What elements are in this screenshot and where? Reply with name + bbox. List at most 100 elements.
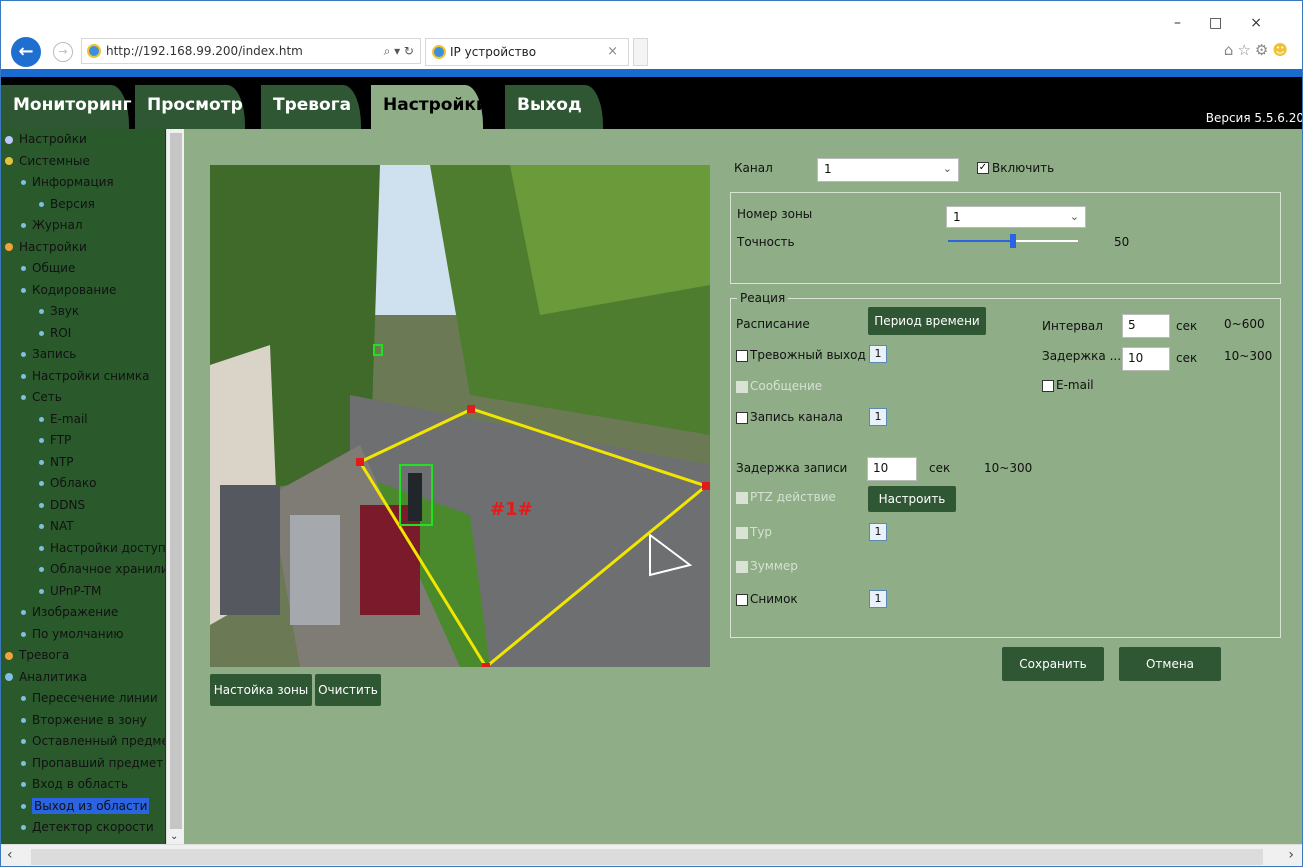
sidebar-item[interactable]: FTP — [1, 430, 165, 452]
sidebar-item[interactable]: Облачное хранилище — [1, 559, 165, 581]
sidebar-item[interactable]: Тревога — [1, 645, 165, 667]
channel-record-button[interactable]: 1 — [869, 408, 887, 426]
slider-thumb[interactable] — [1010, 234, 1016, 248]
tab-alarm[interactable]: Тревога — [261, 85, 361, 129]
chevron-right-icon[interactable]: › — [1288, 847, 1294, 863]
sidebar-item[interactable]: Запись — [1, 344, 165, 366]
interval-input[interactable]: 5 — [1122, 314, 1170, 338]
delay-input[interactable]: 10 — [1122, 347, 1170, 371]
tab-exit[interactable]: Выход — [505, 85, 603, 129]
sidebar-item[interactable]: UPnP-TM — [1, 581, 165, 603]
zone-setup-button[interactable]: Настойка зоны — [210, 674, 312, 706]
channel-record-checkbox[interactable] — [736, 412, 748, 424]
record-delay-input[interactable]: 10 — [867, 457, 917, 481]
scrollbar-track[interactable] — [31, 849, 1263, 865]
sidebar-item[interactable]: Изображение — [1, 602, 165, 624]
sidebar-item[interactable]: Выход из области — [1, 796, 165, 818]
sidebar-item[interactable]: Версия — [1, 194, 165, 216]
snapshot-button[interactable]: 1 — [869, 590, 887, 608]
sidebar-item[interactable]: Настройки снимка — [1, 366, 165, 388]
browser-toolbar-icons[interactable]: ⌂☆⚙☻ — [1224, 41, 1292, 59]
new-tab-button[interactable] — [633, 38, 648, 66]
channel-select[interactable]: 1 ⌄ — [817, 158, 959, 182]
accuracy-slider[interactable] — [948, 234, 1078, 248]
address-bar[interactable]: http://192.168.99.200/index.htm ⌕ ▾ ↻ — [81, 38, 421, 64]
home-icon[interactable]: ⌂ — [1224, 41, 1238, 59]
bullet-icon — [39, 309, 44, 314]
interval-range: 0~600 — [1224, 317, 1265, 331]
snapshot-checkbox[interactable] — [736, 594, 748, 606]
sidebar-item[interactable]: ROI — [1, 323, 165, 345]
sidebar-item[interactable]: Звук — [1, 301, 165, 323]
chevron-down-icon[interactable]: ⌄ — [170, 831, 178, 842]
clear-button[interactable]: Очистить — [315, 674, 381, 706]
zone-handle[interactable] — [356, 458, 364, 466]
sidebar-item-label: NTP — [50, 454, 74, 469]
bullet-icon — [21, 373, 26, 379]
analytics-icon — [5, 673, 13, 681]
sidebar-item[interactable]: Журнал — [1, 215, 165, 237]
enable-checkbox[interactable]: ✓ — [977, 162, 989, 174]
star-icon[interactable]: ☆ — [1237, 41, 1254, 59]
window-controls[interactable]: –□× — [1174, 15, 1290, 31]
sidebar-item[interactable]: DDNS — [1, 495, 165, 517]
sidebar-item[interactable]: Общие — [1, 258, 165, 280]
sidebar-item[interactable]: Информация — [1, 172, 165, 194]
camera-preview[interactable]: #1# — [210, 165, 710, 667]
sidebar-item-label: Настройки доступа — [50, 540, 165, 555]
sidebar-item[interactable]: Детектор скорости — [1, 817, 165, 839]
tab-settings[interactable]: Настройки — [371, 85, 488, 129]
sidebar-item[interactable]: Настройки — [1, 237, 165, 259]
chevron-left-icon[interactable]: ‹ — [7, 847, 13, 863]
bullet-icon — [21, 631, 26, 637]
sidebar-item[interactable]: Оставленный предмет — [1, 731, 165, 753]
slider-fill — [948, 240, 1013, 242]
reaction-legend: Реация — [737, 291, 789, 305]
ptz-setup-button[interactable]: Настроить — [868, 486, 956, 512]
sidebar-item[interactable]: NAT — [1, 516, 165, 538]
sidebar-item-label: Облако — [50, 476, 97, 490]
horizontal-scrollbar[interactable]: ‹ › — [1, 844, 1302, 866]
zone-handle[interactable] — [482, 663, 490, 667]
sidebar-item[interactable]: По умолчанию — [1, 624, 165, 646]
tab-view[interactable]: Просмотр — [135, 85, 245, 129]
scrollbar-thumb[interactable] — [170, 133, 182, 829]
save-button[interactable]: Сохранить — [1002, 647, 1104, 681]
alarm-out-channel-button[interactable]: 1 — [869, 345, 887, 363]
sidebar-item[interactable]: Облако — [1, 473, 165, 495]
sidebar-item[interactable]: Кодирование — [1, 280, 165, 302]
browser-divider — [1, 69, 1302, 77]
sidebar-item[interactable]: Пропавший предмет — [1, 753, 165, 775]
address-tools-icon[interactable]: ⌕ ▾ ↻ — [384, 39, 414, 63]
tab-monitoring[interactable]: Мониторинг — [1, 85, 132, 129]
alarm-out-label: Тревожный выход — [750, 348, 866, 362]
sidebar-item[interactable]: Сеть — [1, 387, 165, 409]
email-checkbox[interactable] — [1042, 380, 1054, 392]
tab-close-icon[interactable]: × — [607, 39, 618, 65]
snapshot-label: Снимок — [750, 592, 798, 606]
sidebar-item[interactable]: Настройки доступа — [1, 538, 165, 560]
sidebar-item[interactable]: Вход в область — [1, 774, 165, 796]
zone-number-select[interactable]: 1 ⌄ — [946, 206, 1086, 228]
sidebar-item-label: E-mail — [50, 411, 88, 426]
zone-handle[interactable] — [467, 405, 475, 413]
alarm-out-checkbox[interactable] — [736, 350, 748, 362]
sidebar-item[interactable]: Настройки — [1, 129, 165, 151]
sidebar-item[interactable]: Пересечение линии — [1, 688, 165, 710]
gear-icon[interactable]: ⚙ — [1255, 41, 1272, 59]
time-period-button[interactable]: Период времени — [868, 307, 986, 335]
cancel-button[interactable]: Отмена — [1119, 647, 1221, 681]
zone-handle[interactable] — [702, 482, 710, 490]
tour-button[interactable]: 1 — [869, 523, 887, 541]
browser-tab[interactable]: IP устройство × — [425, 38, 629, 66]
sidebar-scrollbar[interactable]: ⌄ — [166, 129, 184, 844]
sidebar-item[interactable]: Системные — [1, 151, 165, 173]
sidebar-item[interactable]: E-mail — [1, 409, 165, 431]
sidebar-item[interactable]: Вторжение в зону — [1, 710, 165, 732]
smiley-icon[interactable]: ☻ — [1272, 41, 1292, 59]
sidebar-item[interactable]: Аналитика — [1, 667, 165, 689]
sidebar-item[interactable]: NTP — [1, 452, 165, 474]
record-delay-range: 10~300 — [984, 461, 1033, 475]
back-arrow-icon[interactable]: ← — [11, 37, 41, 67]
forward-arrow-icon[interactable]: → — [53, 42, 73, 62]
